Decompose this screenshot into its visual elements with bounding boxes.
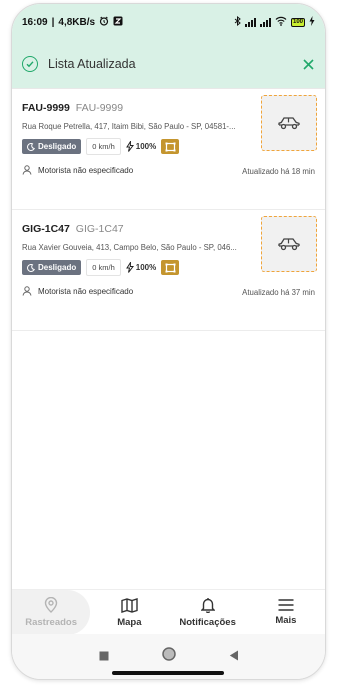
moon-icon [27, 142, 35, 151]
lightning-icon [125, 262, 134, 273]
menu-icon [278, 599, 294, 611]
wifi-icon [275, 16, 287, 29]
battery-indicator: 100 [290, 17, 305, 27]
location-pin-icon [44, 597, 58, 613]
nav-notificacoes[interactable]: Notificações [169, 590, 247, 635]
vehicle-address: Rua Xavier Gouveia, 413, Campo Belo, São… [22, 243, 237, 252]
vehicle-address: Rua Roque Petrella, 417, Itaim Bibi, São… [22, 122, 236, 131]
app-notification-icon [113, 16, 123, 29]
list-updated-banner: Lista Atualizada [12, 40, 325, 89]
last-updated: Atualizado há 37 min [242, 288, 315, 297]
signal-icon-2 [259, 17, 271, 27]
driver-row: Motorista não especificado [22, 286, 133, 296]
recents-button[interactable] [99, 648, 109, 666]
signal-icon [244, 17, 256, 27]
vehicle-plate-secondary: GIG-1C47 [75, 223, 124, 235]
vehicle-image-button[interactable] [261, 216, 317, 272]
vehicle-plate: GIG-1C47 [22, 223, 70, 235]
battery-percent: 100% [135, 263, 157, 272]
nav-rastreados[interactable]: Rastreados [12, 590, 91, 635]
back-triangle-icon [229, 650, 238, 660]
phone-frame: 16:09 | 4,8KB/s 100 Lista Atualizada FAU… [11, 3, 326, 680]
check-circle-icon [22, 56, 38, 72]
status-bar-right: 100 [234, 15, 315, 29]
nav-label: Mapa [117, 616, 142, 628]
car-icon [278, 117, 300, 130]
person-icon [22, 286, 32, 296]
nav-label: Notificações [179, 617, 236, 628]
moon-icon [27, 263, 35, 272]
vehicle-card[interactable]: GIG-1C47 GIG-1C47 Rua Xavier Gouveia, 41… [12, 210, 325, 331]
battery-badge: 100% [125, 262, 157, 273]
home-indicator [112, 671, 224, 675]
ignition-status-badge: Desligado [22, 260, 82, 275]
last-updated: Atualizado há 18 min [242, 167, 315, 176]
vehicle-plate-secondary: FAU-9999 [75, 102, 124, 114]
geofence-icon [161, 260, 180, 275]
bluetooth-icon [234, 15, 241, 29]
vehicle-plate-row: FAU-9999 FAU-9999 [22, 102, 123, 114]
bell-icon [200, 598, 215, 613]
banner-title: Lista Atualizada [48, 57, 136, 71]
nav-mais[interactable]: Mais [247, 590, 325, 635]
driver-name: Motorista não especificado [38, 165, 134, 175]
map-icon [121, 597, 138, 613]
ignition-status-label: Desligado [38, 263, 77, 272]
ignition-status-badge: Desligado [22, 139, 82, 154]
vehicle-image-button[interactable] [261, 95, 317, 151]
vehicle-status-chips: Desligado 0 km/h 100% [22, 259, 180, 276]
car-icon [278, 238, 300, 251]
vehicle-card[interactable]: FAU-9999 FAU-9999 Rua Roque Petrella, 41… [12, 89, 325, 210]
status-bar: 16:09 | 4,8KB/s 100 [12, 4, 325, 40]
speed-badge: 0 km/h [86, 138, 121, 155]
vehicle-plate: FAU-9999 [22, 102, 70, 114]
back-button[interactable] [229, 648, 239, 666]
battery-percent: 100% [135, 142, 157, 151]
status-bar-left: 16:09 | 4,8KB/s [22, 16, 123, 29]
nav-label: Rastreados [25, 617, 77, 628]
square-icon [99, 651, 108, 660]
driver-row: Motorista não especificado [22, 165, 133, 175]
lightning-icon [125, 141, 134, 152]
driver-name: Motorista não especificado [38, 286, 134, 296]
charging-icon [309, 15, 315, 29]
clock: 16:09 [22, 16, 48, 28]
network-speed: 4,8KB/s [58, 16, 96, 28]
ignition-status-label: Desligado [38, 142, 77, 151]
nav-mapa[interactable]: Mapa [90, 590, 168, 635]
close-icon[interactable] [301, 57, 315, 71]
bottom-navigation: Rastreados Mapa Notificações Mais [12, 589, 325, 635]
home-button[interactable] [161, 647, 176, 666]
battery-badge: 100% [125, 141, 157, 152]
vehicle-plate-row: GIG-1C47 GIG-1C47 [22, 223, 124, 235]
alarm-icon [99, 16, 109, 29]
vehicle-status-chips: Desligado 0 km/h 100% [22, 138, 180, 155]
nav-label: Mais [275, 615, 297, 626]
person-icon [22, 165, 32, 175]
circle-icon [161, 647, 176, 661]
speed-badge: 0 km/h [86, 259, 121, 276]
geofence-icon [161, 139, 180, 154]
